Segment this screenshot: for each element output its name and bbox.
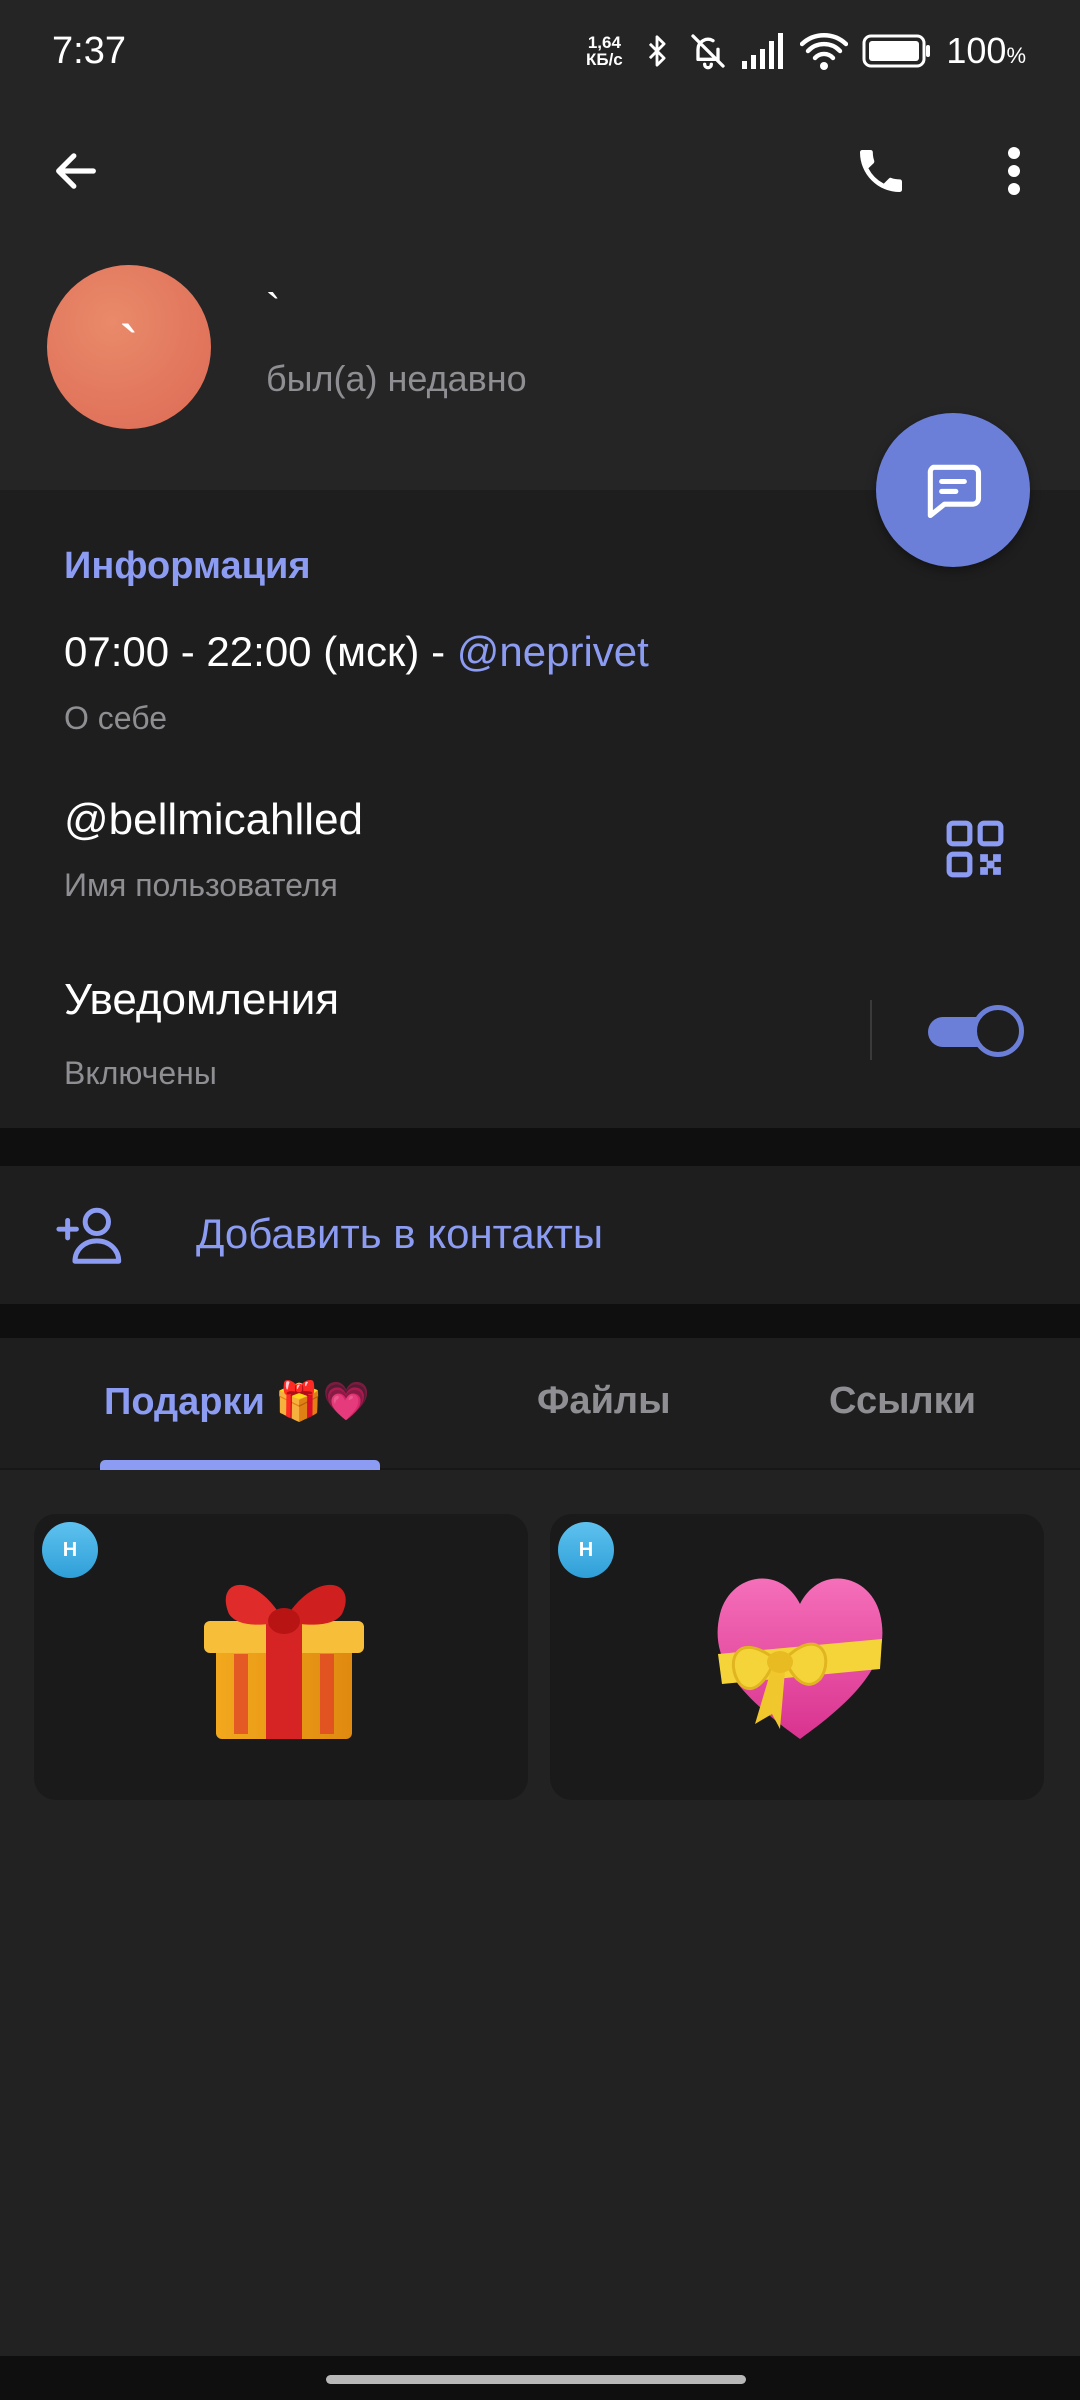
divider [870, 1000, 872, 1060]
call-button[interactable] [845, 135, 917, 207]
bluetooth-icon [649, 35, 666, 67]
status-icons: 1,64 КБ/с 100% [582, 30, 1026, 72]
notifications-toggle[interactable] [928, 1005, 1024, 1057]
battery-icon [862, 34, 931, 68]
tab-gifts[interactable]: Подарки 🎁💗 [104, 1380, 370, 1424]
username-value[interactable]: @bellmicahlled [64, 795, 363, 845]
sender-badge: H [42, 1522, 98, 1578]
profile-name: ` [266, 285, 281, 334]
gift-card[interactable]: H [34, 1514, 528, 1800]
avatar[interactable]: ` [47, 265, 211, 429]
bio-label: О себе [64, 700, 167, 736]
tab-links[interactable]: Ссылки [829, 1380, 976, 1423]
gift-box-icon [204, 1584, 364, 1739]
tab-files[interactable]: Файлы [537, 1380, 671, 1423]
qr-code-button[interactable] [944, 818, 1006, 880]
last-seen-status: был(а) недавно [266, 358, 527, 399]
heart-ribbon-icon [717, 1578, 883, 1739]
phone-icon [860, 150, 902, 192]
gift-card[interactable]: H [550, 1514, 1044, 1800]
section-gap [0, 1128, 1080, 1166]
wifi-icon [800, 33, 849, 70]
add-contact-label: Добавить в контакты [196, 1210, 604, 1257]
arrow-left-icon [56, 153, 96, 189]
info-title: Информация [64, 545, 311, 587]
back-button[interactable] [40, 135, 112, 207]
sender-badge: H [558, 1522, 614, 1578]
section-gap [0, 1304, 1080, 1338]
toggle-knob [972, 1005, 1024, 1057]
bio-mention-link[interactable]: @neprivet [457, 628, 649, 675]
more-menu-button[interactable] [978, 135, 1050, 207]
bio-text: 07:00 - 22:00 (мск) - @neprivet [64, 628, 649, 675]
bell-off-icon [691, 34, 726, 70]
notifications-title[interactable]: Уведомления [64, 975, 339, 1025]
signal-icon [742, 33, 784, 69]
notifications-status: Включены [64, 1055, 217, 1091]
add-person-icon [56, 1200, 126, 1270]
message-fab[interactable] [876, 413, 1030, 567]
qr-code-icon [946, 820, 1004, 878]
username-label: Имя пользователя [64, 867, 338, 903]
more-vert-icon [1008, 147, 1020, 195]
home-indicator[interactable] [326, 2375, 746, 2384]
net-speed: 1,64 КБ/с [585, 33, 623, 69]
battery-level: 100% [946, 30, 1026, 71]
message-icon [927, 464, 982, 519]
status-time: 7:37 [52, 30, 126, 72]
active-tab-indicator [100, 1460, 380, 1470]
